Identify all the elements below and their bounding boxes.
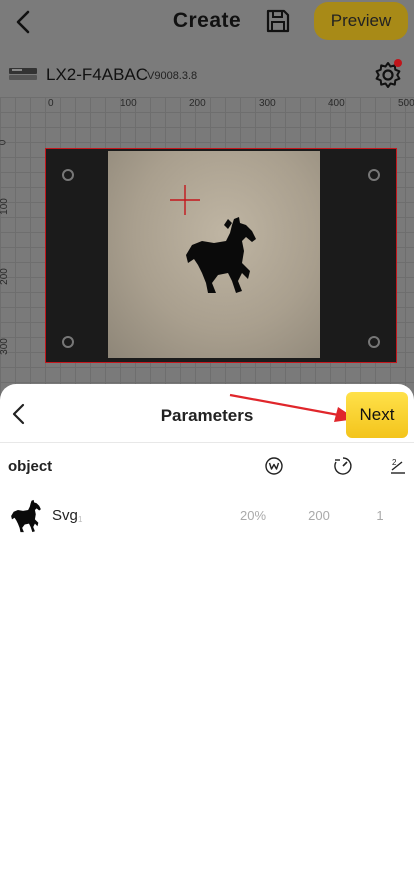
preview-button[interactable]: Preview — [314, 2, 408, 40]
ruler-tick: 0 — [0, 140, 8, 146]
passes-icon: 2 — [391, 458, 405, 474]
speed-value[interactable]: 200 — [304, 508, 334, 523]
ruler-tick: 400 — [328, 98, 345, 109]
laser-device-icon — [9, 68, 37, 80]
parameters-sheet: Parameters Next object 2 Svg 1 20% 200 1 — [0, 384, 414, 885]
device-version: V9008.3.8 — [147, 70, 198, 82]
corner-screw — [368, 169, 380, 181]
divider — [0, 442, 414, 443]
power-w-icon — [265, 457, 283, 475]
top-bar: Create Preview — [0, 0, 414, 46]
column-header-object: object — [8, 458, 53, 475]
object-name: Svg — [52, 507, 78, 524]
ruler-tick: 0 — [48, 98, 54, 109]
power-value[interactable]: 20% — [236, 508, 270, 523]
next-button[interactable]: Next — [346, 392, 408, 438]
object-index: 1 — [78, 515, 83, 524]
crosshair-icon — [170, 185, 200, 215]
ruler-tick: 500 — [398, 98, 414, 109]
ruler-tick: 200 — [0, 268, 10, 285]
device-name[interactable]: LX2-F4ABAC — [46, 65, 148, 85]
ruler-tick: 100 — [120, 98, 137, 109]
ruler-top: 0 100 200 300 400 500 — [0, 97, 414, 111]
svg-thumbnail — [11, 499, 41, 533]
ruler-tick: 300 — [259, 98, 276, 109]
work-area[interactable] — [45, 148, 397, 363]
annotation-arrow — [229, 393, 356, 422]
list-item[interactable]: Svg 1 20% 200 1 — [0, 496, 414, 536]
ruler-left: 0 100 200 300 — [0, 97, 14, 400]
ruler-tick: 200 — [189, 98, 206, 109]
corner-screw — [62, 169, 74, 181]
passes-value[interactable]: 1 — [372, 508, 388, 523]
ruler-tick: 300 — [0, 338, 10, 355]
device-bar: LX2-F4ABAC V9008.3.8 — [0, 56, 414, 94]
corner-screw — [368, 336, 380, 348]
svg-text:2: 2 — [392, 458, 397, 467]
speed-gauge-icon — [334, 457, 352, 475]
corner-screw — [62, 336, 74, 348]
save-icon[interactable] — [265, 8, 291, 34]
horse-svg-object[interactable] — [184, 215, 258, 295]
ruler-tick: 100 — [0, 198, 10, 215]
notification-dot — [394, 59, 402, 67]
